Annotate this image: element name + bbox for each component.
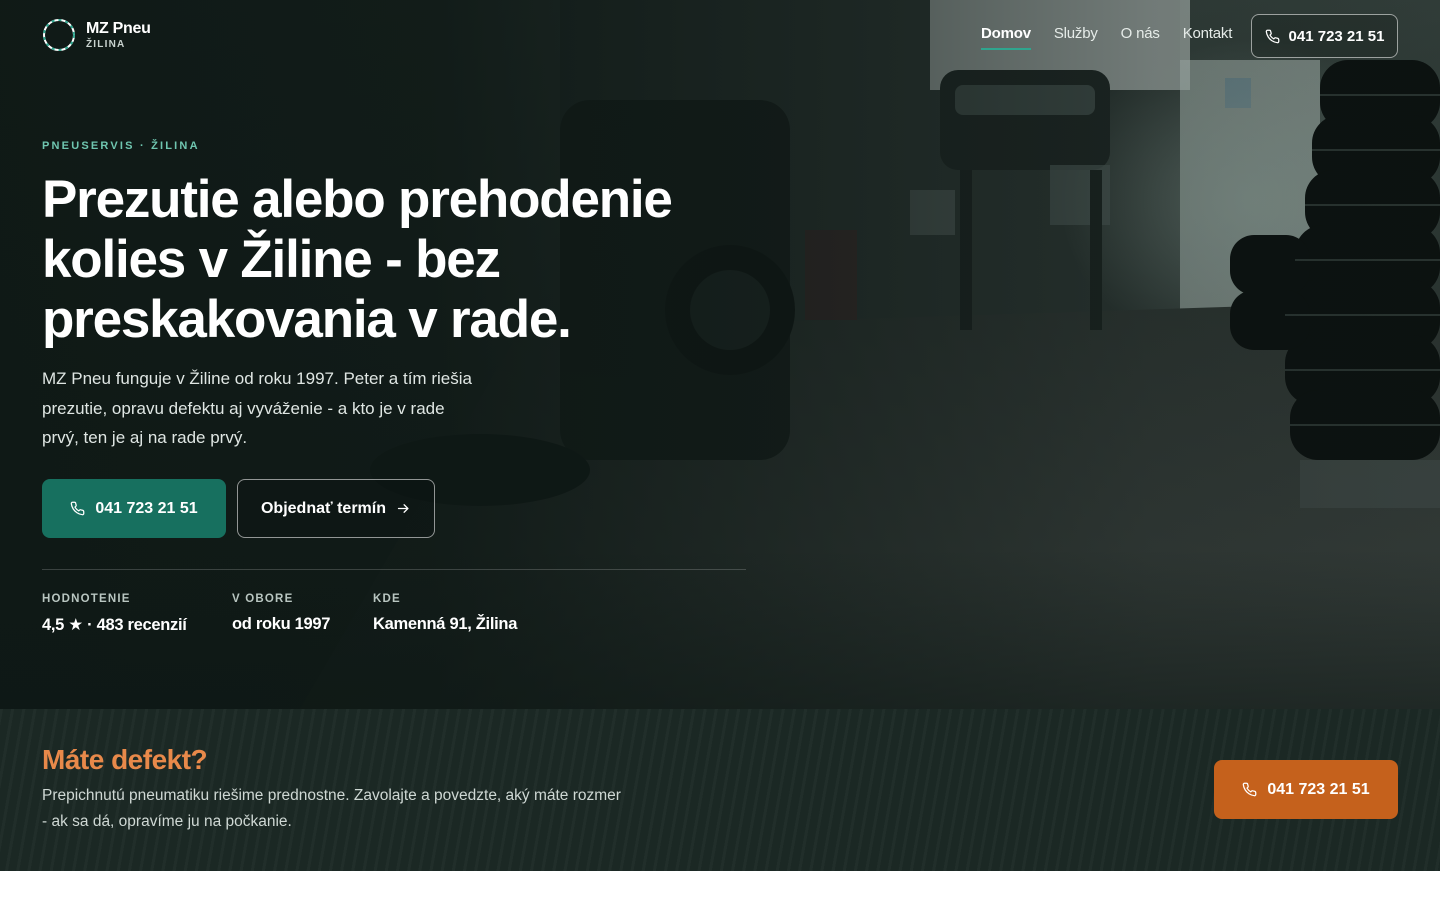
phone-icon <box>1265 29 1279 43</box>
nav-item-o-nas[interactable]: O nás <box>1121 25 1160 50</box>
defect-banner: Máte defekt? Prepichnutú pneumatiku rieš… <box>0 709 1440 871</box>
booking-button[interactable]: Objednať termín <box>237 479 435 538</box>
stat-since-value: od roku 1997 <box>232 615 331 633</box>
defect-text: Prepichnutú pneumatiku riešime prednostn… <box>42 787 621 830</box>
arrow-right-icon <box>397 504 409 513</box>
header-phone-button[interactable]: 041 723 21 51 <box>1251 14 1398 58</box>
brand-name: MZ Pneu <box>86 19 151 37</box>
stat-rating-value: 4,5 ★ · 483 recenzií <box>42 616 187 634</box>
header-phone-label: 041 723 21 51 <box>1288 27 1385 45</box>
defect-call-button[interactable]: 041 723 21 51 <box>1214 760 1398 819</box>
main-nav: Domov Služby O nás Kontakt <box>981 25 1232 50</box>
hero-call-button[interactable]: 041 723 21 51 <box>42 479 226 538</box>
hero-overlay-bottom <box>0 549 1440 709</box>
stat-location: KDE Kamenná 91, Žilina <box>373 593 517 634</box>
stat-rating: HODNOTENIE 4,5 ★ · 483 recenzií <box>42 593 187 635</box>
brand-city: ŽILINA <box>86 38 126 50</box>
next-section-edge <box>0 871 1440 900</box>
hero-divider <box>42 569 746 570</box>
tire-ring-icon <box>43 19 75 51</box>
hero-call-label: 041 723 21 51 <box>95 499 198 517</box>
hero-eyebrow: PNEUSERVIS · ŽILINA <box>42 140 200 152</box>
stat-location-value: Kamenná 91, Žilina <box>373 615 518 633</box>
nav-item-domov[interactable]: Domov <box>981 25 1031 50</box>
defect-call-label: 041 723 21 51 <box>1267 780 1370 798</box>
brand-text: MZ Pneu ŽILINA <box>86 19 151 50</box>
stat-since-label: V OBORE <box>232 593 294 605</box>
brand-logo[interactable]: MZ Pneu ŽILINA <box>42 18 151 52</box>
hero-section: MZ Pneu ŽILINA Domov Služby O nás Kontak… <box>0 0 1440 709</box>
stat-since: V OBORE od roku 1997 <box>232 593 331 634</box>
phone-icon <box>1243 782 1257 797</box>
hero-lead: MZ Pneu funguje v Žiline od roku 1997. P… <box>42 369 472 447</box>
nav-item-kontakt[interactable]: Kontakt <box>1183 25 1233 50</box>
booking-label: Objednať termín <box>260 499 386 517</box>
hero-title: Prezutie alebo prehodenie kolies v Žilin… <box>42 170 673 349</box>
phone-icon <box>71 501 85 516</box>
nav-item-sluzby[interactable]: Služby <box>1054 25 1098 50</box>
defect-title: Máte defekt? <box>42 744 208 775</box>
stat-location-label: KDE <box>373 593 401 605</box>
site-header: MZ Pneu ŽILINA Domov Služby O nás Kontak… <box>0 0 1440 72</box>
stat-rating-label: HODNOTENIE <box>42 593 131 605</box>
